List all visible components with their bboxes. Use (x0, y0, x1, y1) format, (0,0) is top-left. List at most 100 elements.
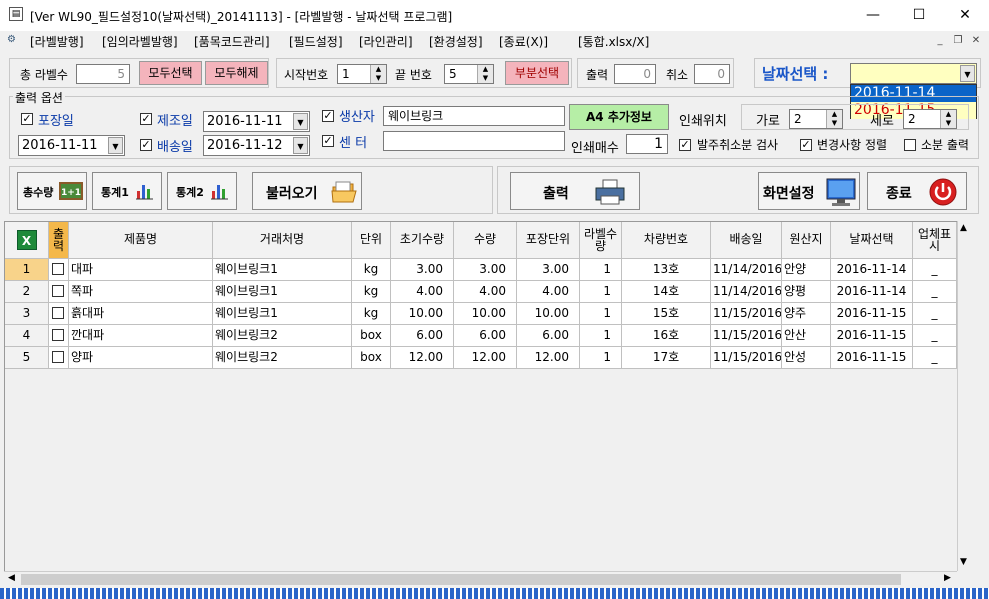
horizontal-label: 가로 (756, 114, 780, 129)
header-print[interactable]: 출력 (49, 222, 69, 259)
chevron-down-icon[interactable]: ▼ (293, 137, 308, 154)
header-origin[interactable]: 원산지 (782, 222, 831, 259)
small-print-checkbox[interactable] (904, 139, 916, 151)
chevron-down-icon[interactable]: ▼ (108, 137, 123, 154)
checkbox-icon[interactable] (52, 263, 64, 275)
producer-input[interactable]: 웨이브링크 (383, 106, 565, 126)
header-date-select[interactable]: 날짜선택 (831, 222, 913, 259)
end-number-stepper[interactable]: 5 ▲ ▼ (444, 64, 494, 84)
date-select-dropdown[interactable]: ▼ (850, 63, 977, 84)
scroll-thumb[interactable] (21, 574, 901, 585)
cell-product: 대파 (69, 259, 213, 281)
close-button[interactable]: ✕ (942, 0, 988, 31)
row-number[interactable]: 2 (5, 281, 49, 303)
chevron-down-icon[interactable]: ▼ (960, 65, 975, 82)
menu-env-settings[interactable]: [환경설정] (429, 33, 483, 50)
header-ship-date[interactable]: 배송일 (711, 222, 782, 259)
exit-button[interactable]: 종료 (867, 172, 967, 210)
row-print-checkbox[interactable] (49, 325, 69, 347)
packdate-dropdown[interactable]: 2016-11-11 ▼ (18, 135, 125, 156)
menu-line-manage[interactable]: [라인관리] (359, 33, 413, 50)
center-input[interactable] (383, 131, 565, 151)
cancel-order-check-checkbox[interactable]: ✓ (679, 139, 691, 151)
scroll-down-icon[interactable]: ▼ (960, 557, 967, 567)
checkbox-icon[interactable] (52, 351, 64, 363)
cell-origin: 안산 (782, 325, 831, 347)
checkbox-icon[interactable] (52, 307, 64, 319)
vertical-label: 세로 (870, 114, 894, 129)
horizontal-stepper[interactable]: 2 ▲ ▼ (789, 109, 843, 129)
row-print-checkbox[interactable] (49, 259, 69, 281)
row-print-checkbox[interactable] (49, 281, 69, 303)
cell-car: 15호 (622, 303, 711, 325)
mdi-restore-button[interactable]: ❐ (950, 33, 966, 49)
menu-merged-xlsx[interactable]: [통합.xlsx/X] (578, 33, 649, 50)
scroll-up-icon[interactable]: ▲ (960, 223, 967, 233)
excel-export-icon[interactable]: X (5, 222, 49, 259)
vertical-scrollbar[interactable]: ▲ ▼ (957, 221, 974, 571)
minimize-button[interactable]: — (850, 0, 896, 31)
stepper-arrows-icon[interactable]: ▲ ▼ (940, 110, 956, 128)
header-label-qty[interactable]: 라벨수량 (580, 222, 622, 259)
mdi-close-button[interactable]: ✕ (968, 33, 984, 49)
header-car-no[interactable]: 차량번호 (622, 222, 711, 259)
stepper-arrows-icon[interactable]: ▲ ▼ (477, 65, 493, 83)
header-unit[interactable]: 단위 (352, 222, 391, 259)
a4-extra-info-button[interactable]: A4 추가정보 (569, 104, 669, 130)
cell-product: 흙대파 (69, 303, 213, 325)
checkbox-icon[interactable] (52, 285, 64, 297)
row-number[interactable]: 3 (5, 303, 49, 325)
mfgdate-dropdown[interactable]: 2016-11-11 ▼ (203, 111, 310, 132)
cell-date: 2016-11-15 (831, 347, 913, 369)
stats1-button[interactable]: 통계1 (92, 172, 162, 210)
mdi-minimize-button[interactable]: _ (932, 33, 948, 49)
menu-item-code[interactable]: [품목코드관리] (194, 33, 270, 50)
chevron-down-icon[interactable]: ▼ (293, 113, 308, 130)
producer-checkbox[interactable]: ✓ (322, 110, 334, 122)
scroll-left-icon[interactable]: ◀ (8, 573, 15, 583)
cancel-count-field: 0 (694, 64, 730, 84)
row-print-checkbox[interactable] (49, 347, 69, 369)
scroll-corner (957, 571, 974, 587)
mfgdate-checkbox[interactable]: ✓ (140, 113, 152, 125)
start-number-stepper[interactable]: 1 ▲ ▼ (337, 64, 387, 84)
cell-date: 2016-11-15 (831, 303, 913, 325)
header-qty[interactable]: 수량 (454, 222, 517, 259)
shipdate-dropdown[interactable]: 2016-11-12 ▼ (203, 135, 310, 156)
packdate-label: 포장일 (38, 114, 74, 129)
partial-select-button[interactable]: 부분선택 (505, 61, 569, 85)
select-all-button[interactable]: 모두선택 (139, 61, 202, 85)
screen-settings-button[interactable]: 화면설정 (758, 172, 860, 210)
sort-change-checkbox[interactable]: ✓ (800, 139, 812, 151)
checkbox-icon[interactable] (52, 329, 64, 341)
row-number[interactable]: 5 (5, 347, 49, 369)
copies-input[interactable]: 1 (626, 134, 668, 154)
maximize-button[interactable]: ☐ (896, 0, 942, 31)
row-number[interactable]: 4 (5, 325, 49, 347)
header-pack-unit[interactable]: 포장단위 (517, 222, 580, 259)
row-print-checkbox[interactable] (49, 303, 69, 325)
row-number[interactable]: 1 (5, 259, 49, 281)
menu-custom-label[interactable]: [임의라벨발행] (102, 33, 178, 50)
scroll-right-icon[interactable]: ▶ (944, 573, 951, 583)
stats2-button[interactable]: 통계2 (167, 172, 237, 210)
header-client[interactable]: 거래처명 (213, 222, 352, 259)
menu-label-issue[interactable]: [라벨발행] (30, 33, 84, 50)
header-company-mark[interactable]: 업체표시 (913, 222, 957, 259)
load-button[interactable]: 불러오기 (252, 172, 362, 210)
vertical-stepper[interactable]: 2 ▲ ▼ (903, 109, 957, 129)
deselect-all-button[interactable]: 모두해제 (205, 61, 268, 85)
packdate-checkbox[interactable]: ✓ (21, 113, 33, 125)
menu-exit[interactable]: [종료(X)] (499, 33, 548, 50)
stepper-arrows-icon[interactable]: ▲ ▼ (370, 65, 386, 83)
center-checkbox[interactable]: ✓ (322, 135, 334, 147)
horizontal-scrollbar[interactable]: ◀ ▶ (4, 571, 957, 587)
header-product[interactable]: 제품명 (69, 222, 213, 259)
shipdate-checkbox[interactable]: ✓ (140, 139, 152, 151)
total-qty-button[interactable]: 총수량 1+1 (17, 172, 87, 210)
cell-client: 웨이브링크1 (213, 303, 352, 325)
stepper-arrows-icon[interactable]: ▲ ▼ (826, 110, 842, 128)
print-button[interactable]: 출력 (510, 172, 640, 210)
header-init-qty[interactable]: 초기수량 (391, 222, 454, 259)
menu-field-settings[interactable]: [필드설정] (289, 33, 343, 50)
